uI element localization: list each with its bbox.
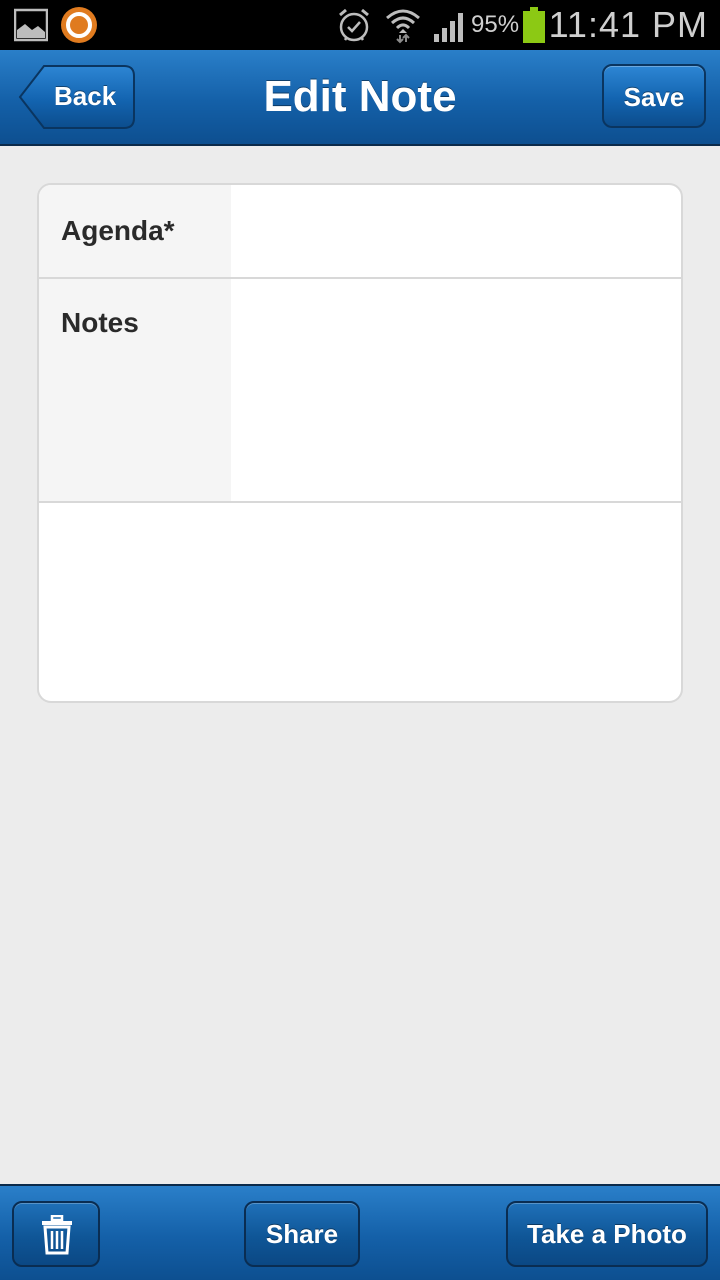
app-notification-icon <box>61 7 97 43</box>
share-button[interactable]: Share <box>244 1201 360 1267</box>
wifi-icon <box>386 9 420 44</box>
take-photo-button[interactable]: Take a Photo <box>506 1201 708 1267</box>
delete-button[interactable] <box>12 1201 100 1267</box>
battery-icon <box>523 7 545 43</box>
alarm-icon <box>339 8 369 42</box>
note-form: Agenda* Notes <box>37 183 683 703</box>
nav-bar: Back Edit Note Save <box>0 50 720 146</box>
trash-icon <box>42 1215 72 1255</box>
agenda-row: Agenda* <box>39 185 681 279</box>
battery-percent: 95% <box>471 11 520 38</box>
signal-icon <box>434 13 463 42</box>
agenda-input[interactable] <box>231 185 681 277</box>
photo-area <box>39 503 681 701</box>
notes-row: Notes <box>39 279 681 503</box>
save-button[interactable]: Save <box>602 64 706 128</box>
notes-label-cell: Notes <box>39 279 231 501</box>
bottom-toolbar: Share Take a Photo <box>0 1184 720 1280</box>
notes-textarea[interactable] <box>231 279 681 501</box>
clock: 11:41 PM <box>548 4 708 45</box>
agenda-label: Agenda* <box>61 215 175 246</box>
notes-label: Notes <box>61 307 139 338</box>
status-bar: 95% 11:41 PM <box>0 0 720 50</box>
agenda-label-cell: Agenda* <box>39 185 231 277</box>
gallery-icon <box>14 8 48 42</box>
